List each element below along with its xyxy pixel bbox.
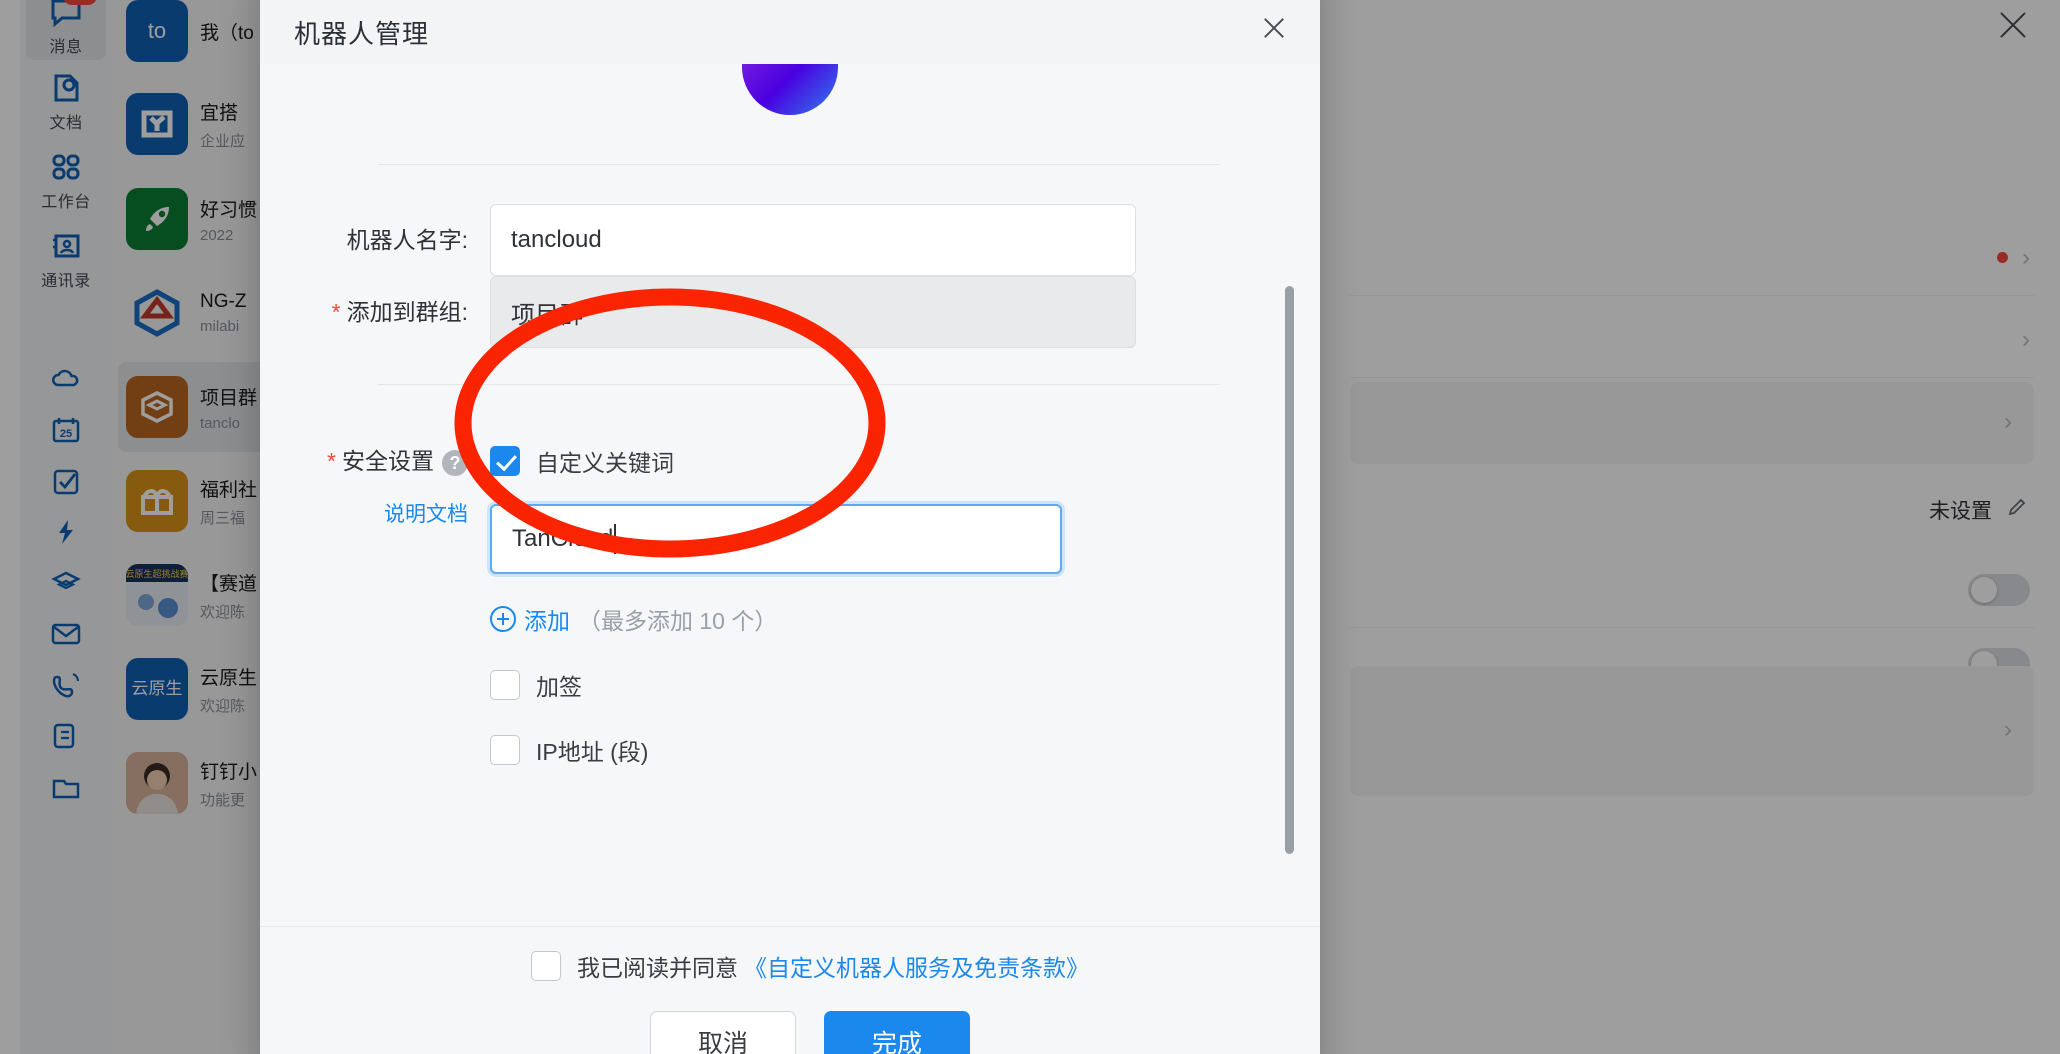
plus-circle-icon bbox=[490, 606, 516, 632]
robot-name-value: tancloud bbox=[511, 226, 602, 254]
dialog-actions: 取消 完成 bbox=[260, 1011, 1320, 1054]
keyword-value: TanCloud bbox=[512, 525, 613, 553]
divider bbox=[378, 384, 1220, 385]
add-keyword-row[interactable]: 添加 （最多添加 10 个） bbox=[490, 602, 1320, 636]
dialog-scrollbar[interactable] bbox=[1285, 286, 1294, 854]
field-robot-name: 机器人名字: tancloud bbox=[260, 204, 1320, 276]
confirm-button[interactable]: 完成 bbox=[824, 1011, 970, 1054]
dialog-body: 机器人名字: tancloud *添加到群组: 项目群 bbox=[260, 64, 1320, 926]
field-security-settings: *安全设置? 说明文档 自定义关键词 TanCloud bbox=[260, 444, 1320, 767]
agreement-text: 我已阅读并同意 bbox=[577, 949, 738, 983]
robot-name-input[interactable]: tancloud bbox=[490, 204, 1136, 276]
checkbox-ip-address[interactable] bbox=[490, 735, 520, 765]
checkbox-signature[interactable] bbox=[490, 670, 520, 700]
checkbox-label-custom-keyword: 自定义关键词 bbox=[536, 444, 674, 478]
agreement-link[interactable]: 《自定义机器人服务及免责条款》 bbox=[744, 949, 1089, 983]
checkbox-agreement[interactable] bbox=[531, 951, 561, 981]
agreement-row[interactable]: 我已阅读并同意 《自定义机器人服务及免责条款》 bbox=[260, 949, 1320, 983]
group-value: 项目群 bbox=[511, 295, 583, 330]
checkbox-label-signature: 加签 bbox=[536, 668, 582, 702]
group-select[interactable]: 项目群 bbox=[490, 276, 1136, 348]
label-group-text: 添加到群组: bbox=[347, 299, 468, 325]
label-group: *添加到群组: bbox=[260, 276, 490, 348]
dialog-footer: 我已阅读并同意 《自定义机器人服务及免责条款》 取消 完成 bbox=[260, 926, 1320, 1054]
dialog-close-button[interactable] bbox=[1254, 8, 1294, 48]
help-icon[interactable]: ? bbox=[442, 450, 468, 476]
checkbox-row-ip[interactable]: IP地址 (段) bbox=[490, 733, 1320, 767]
checkbox-row-custom-keyword[interactable]: 自定义关键词 bbox=[490, 444, 1320, 478]
add-keyword-hint: （最多添加 10 个） bbox=[578, 602, 777, 636]
screen-root: 99+ 消息 文档 工作台 bbox=[0, 0, 2060, 1054]
close-icon bbox=[1261, 15, 1287, 41]
checkbox-row-signature[interactable]: 加签 bbox=[490, 668, 1320, 702]
label-security: *安全设置? 说明文档 bbox=[260, 444, 490, 532]
required-mark: * bbox=[332, 299, 341, 325]
robot-avatar-area[interactable] bbox=[260, 64, 1320, 122]
dialog-title: 机器人管理 bbox=[294, 14, 429, 51]
checkbox-custom-keyword[interactable] bbox=[490, 446, 520, 476]
cancel-button[interactable]: 取消 bbox=[650, 1011, 796, 1054]
dialog-header: 机器人管理 bbox=[260, 0, 1320, 64]
divider bbox=[378, 164, 1220, 165]
field-group: *添加到群组: 项目群 bbox=[260, 276, 1320, 348]
security-doc-link[interactable]: 说明文档 bbox=[384, 503, 468, 526]
keyword-input[interactable]: TanCloud bbox=[490, 504, 1062, 574]
label-security-text: 安全设置 bbox=[342, 448, 434, 474]
required-mark: * bbox=[327, 448, 336, 474]
add-keyword-link[interactable]: 添加 bbox=[524, 602, 570, 636]
label-robot-name: 机器人名字: bbox=[260, 204, 490, 276]
robot-avatar bbox=[742, 64, 838, 115]
checkbox-label-ip-address: IP地址 (段) bbox=[536, 733, 648, 767]
robot-management-dialog: 机器人管理 机器人名字: tancloud *添 bbox=[260, 0, 1320, 1054]
text-caret bbox=[614, 524, 616, 554]
